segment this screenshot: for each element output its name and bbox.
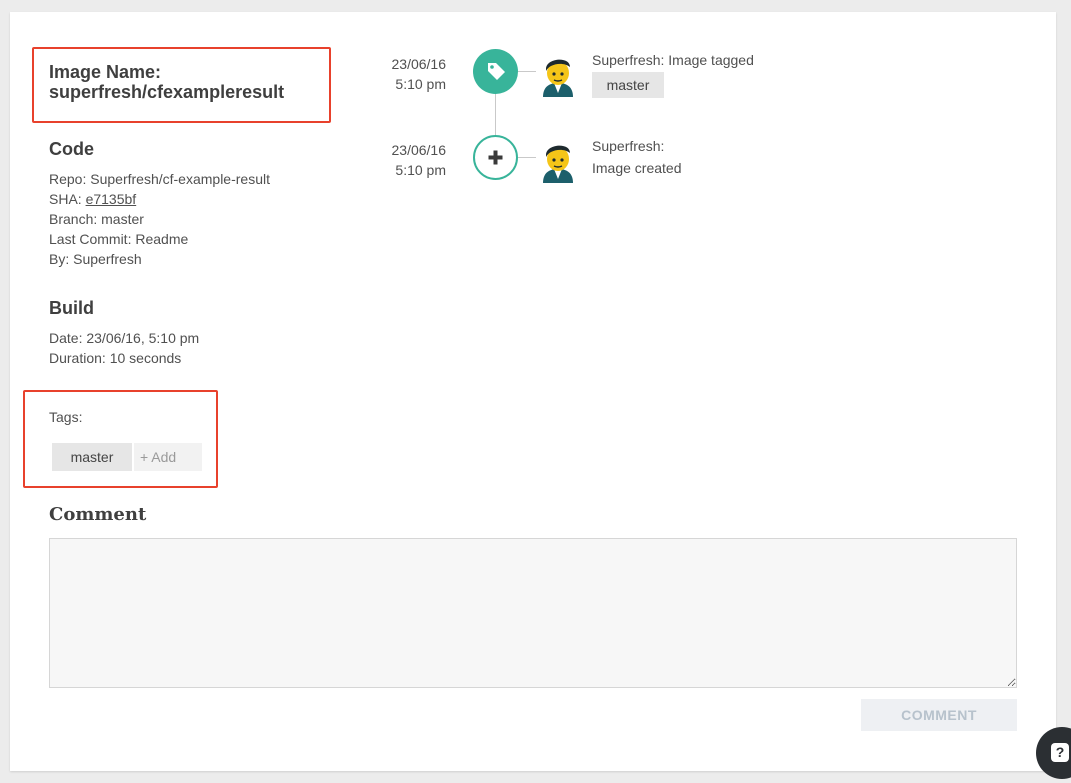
timeline-event-2-line2: Image created [592, 160, 682, 176]
build-section-title: Build [49, 298, 94, 318]
tag-chip-master[interactable]: master [52, 443, 132, 471]
image-name-value: superfresh/cfexampleresult [49, 82, 285, 102]
timeline-connector-1 [518, 71, 536, 72]
tags-highlight [23, 390, 218, 488]
add-tag-input[interactable]: + Add [134, 443, 202, 471]
timeline-create-event-marker [473, 135, 518, 180]
plus-icon [488, 150, 503, 165]
code-section-title: Code [49, 139, 94, 159]
timeline-tag-event-marker [473, 49, 518, 94]
help-icon: ? [1051, 743, 1069, 762]
tags-label: Tags: [49, 409, 83, 425]
image-name-label: Image Name: [49, 62, 162, 82]
image-name: Image Name: superfresh/cfexampleresult [49, 62, 284, 102]
code-repo: Repo: Superfresh/cf-example-result [49, 171, 270, 187]
timeline-vertical-line [495, 94, 496, 136]
timeline-date-1-time: 5:10 pm [395, 76, 446, 92]
build-date: Date: 23/06/16, 5:10 pm [49, 330, 200, 346]
comment-button[interactable]: COMMENT [861, 699, 1017, 731]
code-branch: Branch: master [49, 211, 144, 227]
code-sha: SHA: e7135bf [49, 189, 136, 209]
comment-textarea[interactable] [49, 538, 1017, 688]
timeline-date-1: 23/06/16 5:10 pm [366, 54, 447, 94]
timeline-connector-2 [518, 157, 536, 158]
user-avatar-icon [543, 59, 573, 97]
code-last-commit: Last Commit: Readme [49, 231, 189, 247]
timeline-date-2-time: 5:10 pm [395, 162, 446, 178]
timeline-date-2-day: 23/06/16 [391, 142, 447, 158]
timeline-event-2-line1: Superfresh: [592, 138, 665, 154]
comment-section-title: Comment [49, 504, 147, 525]
timeline-event-1-tag: master [592, 72, 664, 98]
timeline-date-1-day: 23/06/16 [391, 56, 447, 72]
user-avatar-icon [543, 145, 573, 183]
tag-icon [488, 63, 505, 80]
code-sha-label: SHA: [49, 191, 86, 207]
sha-link[interactable]: e7135bf [86, 191, 137, 207]
timeline-date-2: 23/06/16 5:10 pm [366, 140, 447, 180]
timeline-event-1-text: Superfresh: Image tagged [592, 52, 754, 68]
code-author: By: Superfresh [49, 251, 142, 267]
build-duration: Duration: 10 seconds [49, 350, 182, 366]
